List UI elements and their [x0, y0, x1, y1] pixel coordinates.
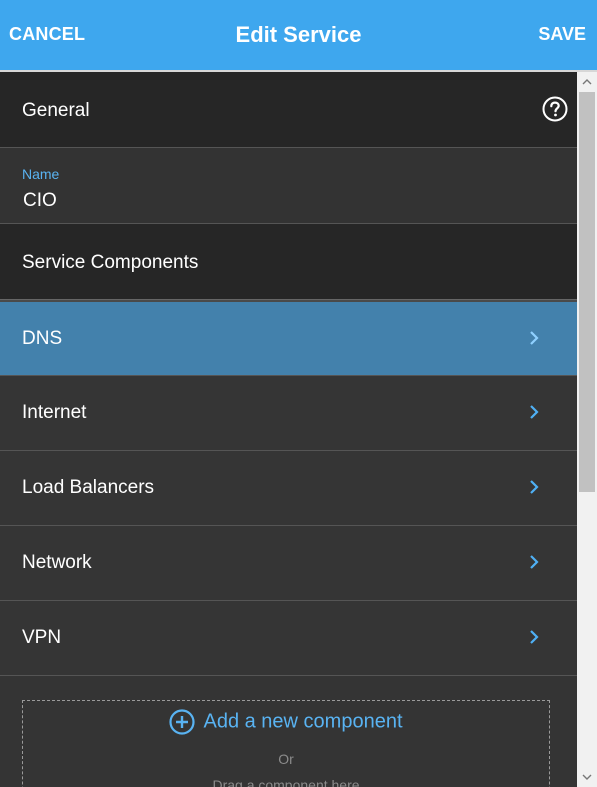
- general-title: General: [22, 100, 90, 121]
- name-field-label: Name: [22, 166, 60, 182]
- component-label: Internet: [22, 402, 87, 423]
- add-component-button[interactable]: Add a new component: [23, 709, 549, 735]
- scrollbar-thumb[interactable]: [579, 92, 595, 492]
- component-label: Network: [22, 552, 92, 573]
- component-dropzone[interactable]: Add a new component Or Drag a component …: [22, 700, 550, 787]
- general-section-header: General: [0, 72, 577, 148]
- service-components-header: Service Components: [0, 224, 577, 300]
- component-row-load-balancers[interactable]: Load Balancers: [0, 451, 577, 526]
- scroll-up-arrow-icon[interactable]: [581, 76, 593, 88]
- component-label: Load Balancers: [22, 477, 155, 498]
- chevron-right-icon: [530, 630, 539, 644]
- service-components-title: Service Components: [22, 252, 199, 273]
- component-label: VPN: [22, 627, 62, 648]
- component-row-vpn[interactable]: VPN: [0, 601, 577, 676]
- chevron-right-icon: [530, 480, 539, 494]
- component-row-network[interactable]: Network: [0, 526, 577, 601]
- or-label: Or: [278, 751, 294, 767]
- scrollbar[interactable]: [577, 72, 597, 787]
- component-row-dns[interactable]: DNS: [0, 300, 577, 376]
- chevron-right-icon: [530, 405, 539, 419]
- chevron-right-icon: [530, 331, 539, 345]
- component-row-internet[interactable]: Internet: [0, 376, 577, 451]
- component-label: DNS: [22, 328, 63, 349]
- top-bar: CANCEL Edit Service SAVE: [0, 0, 597, 72]
- form-content: General Name CIO Service Components DNS …: [0, 72, 577, 787]
- add-circle-icon: [169, 709, 196, 735]
- help-icon[interactable]: [542, 96, 568, 122]
- add-component-label: Add a new component: [203, 710, 403, 733]
- scroll-down-arrow-icon[interactable]: [581, 771, 593, 783]
- drag-hint: Drag a component here: [212, 777, 360, 787]
- name-field-value[interactable]: CIO: [23, 190, 57, 212]
- chevron-right-icon: [530, 555, 539, 569]
- page-title: Edit Service: [235, 22, 362, 47]
- save-button[interactable]: SAVE: [538, 24, 586, 45]
- name-field[interactable]: Name CIO: [0, 148, 577, 224]
